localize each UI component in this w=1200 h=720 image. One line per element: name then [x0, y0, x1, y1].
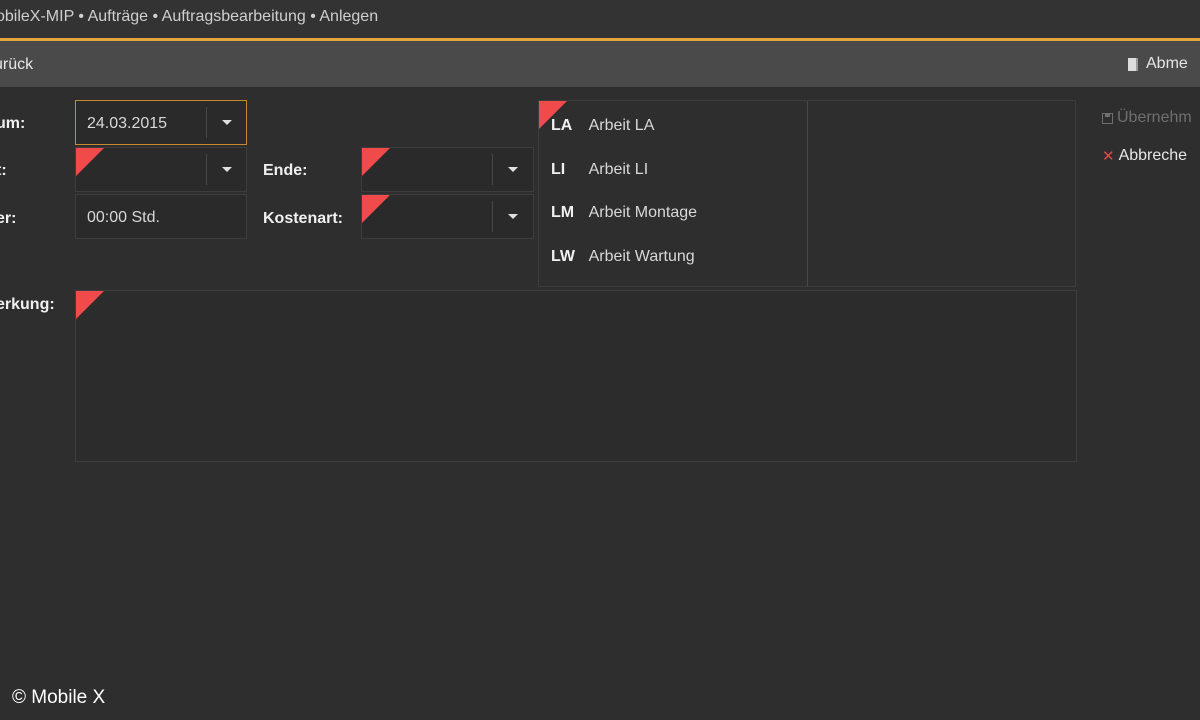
- cancel-label: Abbreche: [1118, 147, 1188, 164]
- save-icon: [1102, 112, 1113, 124]
- date-field[interactable]: 24.03.2015: [75, 100, 247, 145]
- close-icon: ✕: [1102, 148, 1115, 165]
- activity-code: LA: [551, 117, 573, 134]
- activity-code: LW: [551, 248, 575, 265]
- list-item[interactable]: LA Arbeit LA: [551, 117, 654, 135]
- apply-button[interactable]: Übernehm: [1102, 107, 1192, 129]
- required-marker: [362, 195, 390, 223]
- logout-button[interactable]: Abme: [1128, 55, 1188, 73]
- duration-value: 00:00 Std.: [87, 209, 160, 226]
- chevron-down-icon: [508, 214, 518, 219]
- start-label: t:: [0, 162, 7, 179]
- title-bar: obileX-MIP • Aufträge • Auftragsbearbeit…: [0, 0, 1200, 38]
- date-value: 24.03.2015: [87, 115, 168, 132]
- start-dropdown-button[interactable]: [207, 148, 247, 191]
- activity-name: Arbeit Wartung: [588, 248, 695, 265]
- date-dropdown-button[interactable]: [207, 101, 247, 144]
- activity-code: LI: [551, 161, 566, 178]
- activity-name: Arbeit Montage: [588, 204, 698, 221]
- list-item[interactable]: LW Arbeit Wartung: [551, 248, 695, 266]
- chevron-down-icon: [508, 167, 518, 172]
- required-marker: [76, 291, 104, 319]
- cost-type-field[interactable]: [361, 194, 534, 239]
- activity-list[interactable]: LA Arbeit LA LI Arbeit LI LM Arbeit Mont…: [538, 100, 1076, 287]
- cost-type-label: Kostenart:: [263, 210, 344, 227]
- list-item[interactable]: LM Arbeit Montage: [551, 204, 697, 222]
- logout-label: Abme: [1146, 55, 1188, 72]
- required-marker: [362, 148, 390, 176]
- list-item[interactable]: LI Arbeit LI: [551, 161, 648, 179]
- end-field[interactable]: [361, 147, 534, 192]
- duration-label: er:: [0, 210, 17, 227]
- copyright-text: © Mobile X: [12, 687, 106, 708]
- activity-code: LM: [551, 204, 575, 221]
- end-dropdown-button[interactable]: [493, 148, 533, 191]
- end-label: Ende:: [263, 162, 308, 179]
- date-label: um:: [0, 115, 26, 132]
- chevron-down-icon: [222, 167, 232, 172]
- chevron-down-icon: [222, 120, 232, 125]
- start-field[interactable]: [75, 147, 247, 192]
- cancel-button[interactable]: ✕ Abbreche: [1102, 144, 1187, 168]
- door-icon: [1128, 57, 1138, 71]
- duration-field[interactable]: 00:00 Std.: [75, 194, 247, 239]
- activity-name: Arbeit LA: [588, 117, 655, 134]
- required-marker: [76, 148, 104, 176]
- toolbar: urück Abme: [0, 41, 1200, 87]
- apply-label: Übernehm: [1117, 109, 1192, 126]
- back-button[interactable]: urück: [0, 56, 33, 74]
- activity-name: Arbeit LI: [588, 161, 649, 178]
- remark-label: erkung:: [0, 296, 55, 313]
- breadcrumb: obileX-MIP • Aufträge • Auftragsbearbeit…: [0, 8, 379, 25]
- remark-textarea[interactable]: [75, 290, 1077, 462]
- cost-type-dropdown-button[interactable]: [493, 195, 533, 238]
